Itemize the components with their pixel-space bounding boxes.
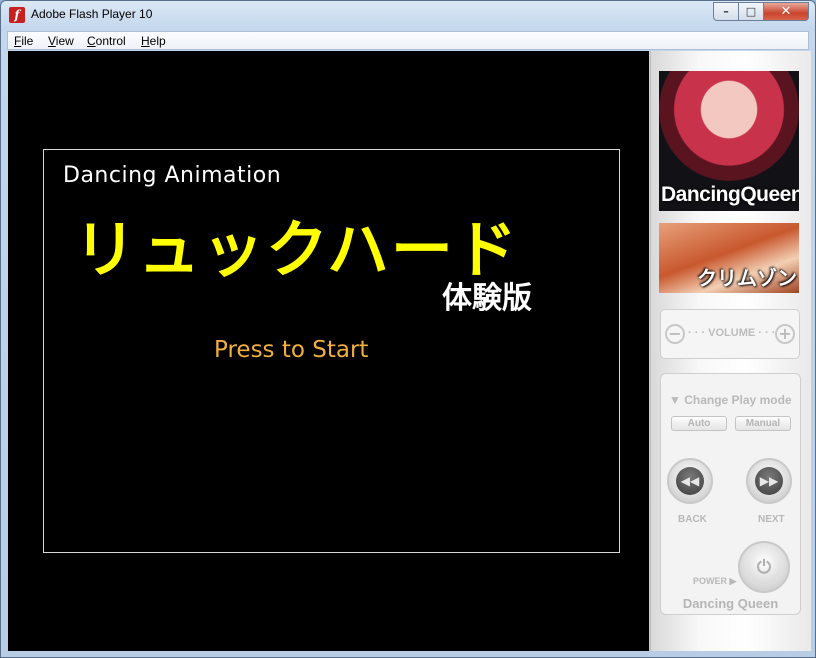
menu-view[interactable]: View [48, 34, 74, 48]
power-button[interactable]: ⏻ [738, 541, 790, 593]
maximize-button[interactable]: □ [739, 2, 764, 21]
volume-control: − · · · VOLUME · · · + [660, 309, 800, 359]
playback-controls: ▼ Change Play mode Auto Manual ◀◀ BACK ▶… [660, 373, 801, 615]
power-icon: ⏻ [747, 550, 781, 584]
minimize-button[interactable]: – [713, 2, 739, 21]
next-label: NEXT [758, 514, 785, 525]
volume-down-icon[interactable]: − [665, 324, 685, 344]
close-button[interactable]: ✕ [764, 2, 809, 21]
change-play-mode-label[interactable]: ▼ Change Play mode [669, 393, 792, 407]
menu-file[interactable]: File [14, 34, 33, 48]
power-label: POWER ▶ [693, 576, 737, 586]
press-to-start-button[interactable]: Press to Start [214, 337, 368, 363]
volume-label: · · · VOLUME · · · [688, 327, 776, 339]
back-button[interactable]: ◀◀ [667, 458, 713, 504]
menu-help[interactable]: Help [141, 34, 166, 48]
dancing-queen-thumbnail[interactable]: DancingQueen [659, 71, 799, 211]
volume-up-icon[interactable]: + [775, 324, 795, 344]
flash-player-window: f Adobe Flash Player 10 – □ ✕ File View … [0, 0, 816, 658]
trial-edition-label: 体験版 [442, 281, 532, 316]
flash-stage[interactable]: Dancing Animation リュックハード 体験版 Press to S… [8, 51, 649, 651]
menu-control[interactable]: Control [87, 34, 126, 48]
window-controls: – □ ✕ [713, 2, 809, 21]
character-portrait [659, 71, 799, 181]
manual-mode-button[interactable]: Manual [735, 416, 791, 431]
flash-icon: f [9, 7, 25, 23]
menu-bar: File View Control Help [7, 31, 809, 50]
rewind-icon: ◀◀ [676, 467, 704, 495]
thumbnail-label: DancingQueen [661, 183, 799, 206]
window-title: Adobe Flash Player 10 [31, 7, 153, 21]
subtitle-text: Dancing Animation [63, 163, 282, 188]
control-panel: DancingQueen クリムゾン − · · · VOLUME · · · … [650, 51, 811, 651]
brand-label: Dancing Queen [682, 596, 779, 611]
auto-mode-button[interactable]: Auto [671, 416, 727, 431]
crimson-thumbnail[interactable]: クリムゾン [659, 223, 799, 293]
title-bar[interactable]: f Adobe Flash Player 10 – □ ✕ [1, 1, 815, 29]
fast-forward-icon: ▶▶ [755, 467, 783, 495]
back-label: BACK [678, 514, 707, 525]
next-button[interactable]: ▶▶ [746, 458, 792, 504]
thumbnail-label: クリムゾン [697, 266, 797, 290]
